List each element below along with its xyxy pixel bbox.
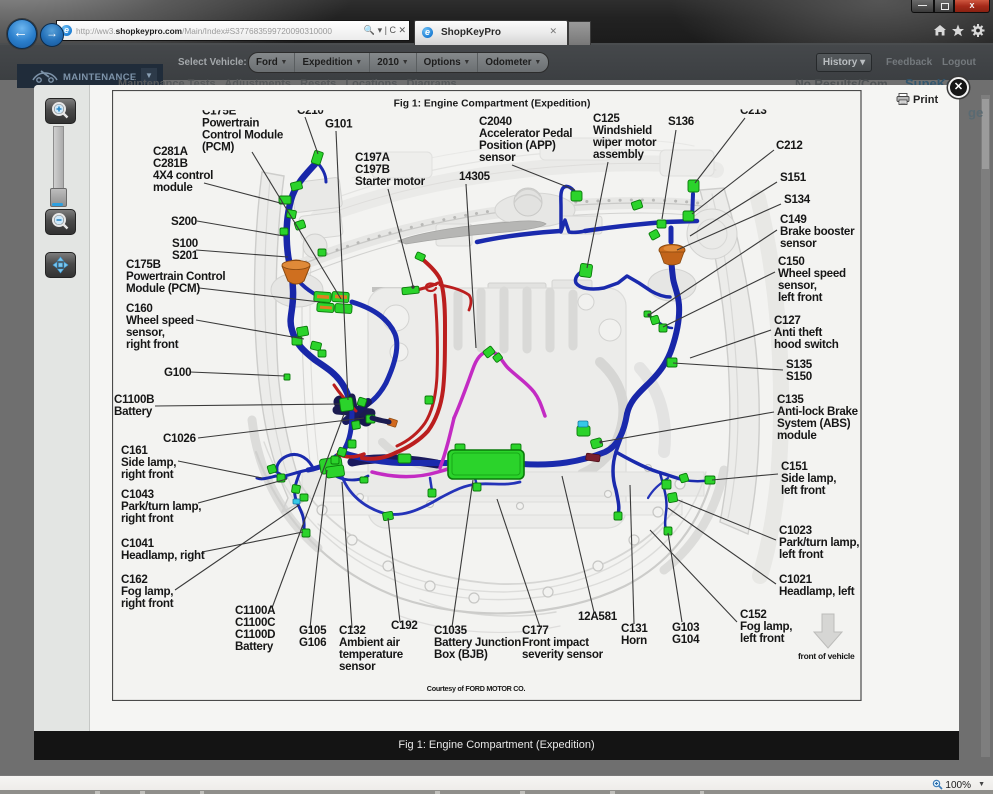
svg-text:G106: G106 (299, 636, 327, 649)
svg-text:Headlamp, left: Headlamp, left (779, 585, 855, 598)
svg-text:Battery: Battery (235, 640, 274, 653)
svg-text:C192: C192 (391, 619, 418, 632)
svg-text:(PCM): (PCM) (202, 141, 235, 154)
svg-text:right front: right front (121, 468, 174, 481)
svg-text:module: module (153, 181, 193, 194)
svg-text:Fig 1: Engine Compartment (Exp: Fig 1: Engine Compartment (Expedition) (394, 99, 591, 110)
svg-text:Battery: Battery (114, 405, 153, 418)
svg-text:Horn: Horn (621, 634, 647, 647)
svg-text:hood switch: hood switch (774, 338, 839, 351)
svg-text:S200: S200 (171, 215, 197, 228)
svg-text:Headlamp, right: Headlamp, right (121, 549, 205, 562)
svg-text:left front: left front (740, 632, 785, 645)
svg-text:Courtesy of FORD MOTOR CO.: Courtesy of FORD MOTOR CO. (427, 684, 526, 693)
svg-text:Starter motor: Starter motor (355, 175, 426, 188)
svg-text:right front: right front (126, 338, 179, 351)
svg-text:left front: left front (778, 291, 823, 304)
svg-text:C1026: C1026 (163, 432, 197, 445)
svg-text:G100: G100 (164, 366, 191, 379)
svg-text:S134: S134 (784, 193, 811, 206)
svg-text:right front: right front (121, 597, 174, 610)
svg-text:G104: G104 (672, 633, 700, 646)
svg-text:S150: S150 (786, 370, 812, 383)
svg-text:12A581: 12A581 (578, 610, 618, 623)
svg-text:severity sensor: severity sensor (522, 648, 604, 661)
svg-text:sensor: sensor (780, 237, 817, 250)
svg-text:C212: C212 (776, 139, 803, 152)
svg-text:sensor: sensor (479, 151, 516, 164)
svg-text:S136: S136 (668, 115, 695, 128)
svg-text:Module (PCM): Module (PCM) (126, 282, 200, 295)
svg-text:S201: S201 (172, 249, 199, 262)
svg-text:left front: left front (781, 484, 826, 497)
svg-text:Box (BJB): Box (BJB) (434, 648, 488, 661)
svg-text:sensor: sensor (339, 660, 376, 673)
svg-text:14305: 14305 (459, 170, 491, 183)
svg-text:assembly: assembly (593, 148, 644, 161)
svg-text:front of vehicle: front of vehicle (798, 651, 855, 661)
svg-text:right front: right front (121, 512, 174, 525)
svg-text:module: module (777, 429, 817, 442)
svg-text:left front: left front (779, 548, 824, 561)
svg-text:S151: S151 (780, 171, 807, 184)
svg-text:G101: G101 (325, 118, 353, 131)
